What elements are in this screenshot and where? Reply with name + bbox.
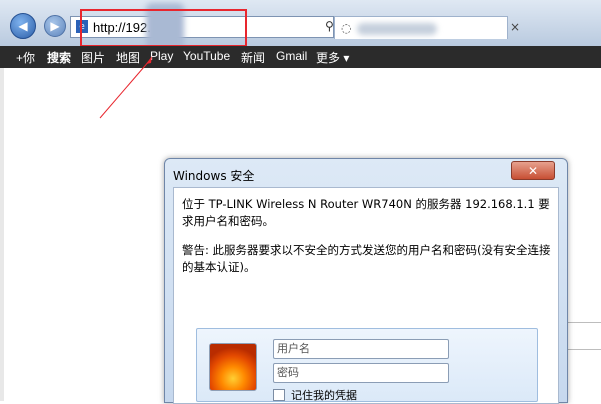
username-field[interactable] xyxy=(273,339,449,359)
password-field[interactable] xyxy=(273,363,449,383)
password-input[interactable] xyxy=(274,364,448,380)
user-avatar xyxy=(209,343,257,391)
remember-checkbox[interactable] xyxy=(273,389,285,401)
dialog-warning: 警告: 此服务器要求以不安全的方式发送您的用户名和密码(没有安全连接的基本认证)… xyxy=(182,243,551,274)
dialog-message: 位于 TP-LINK Wireless N Router WR740N 的服务器… xyxy=(182,197,550,228)
dialog-body: 位于 TP-LINK Wireless N Router WR740N 的服务器… xyxy=(173,187,559,404)
username-input[interactable] xyxy=(274,340,448,356)
windows-security-dialog: Windows 安全 ✕ 位于 TP-LINK Wireless N Route… xyxy=(164,158,568,404)
credential-box: 记住我的凭据 xyxy=(196,328,538,402)
dialog-title: Windows 安全 xyxy=(173,169,255,183)
dialog-close-button[interactable]: ✕ xyxy=(511,161,555,180)
